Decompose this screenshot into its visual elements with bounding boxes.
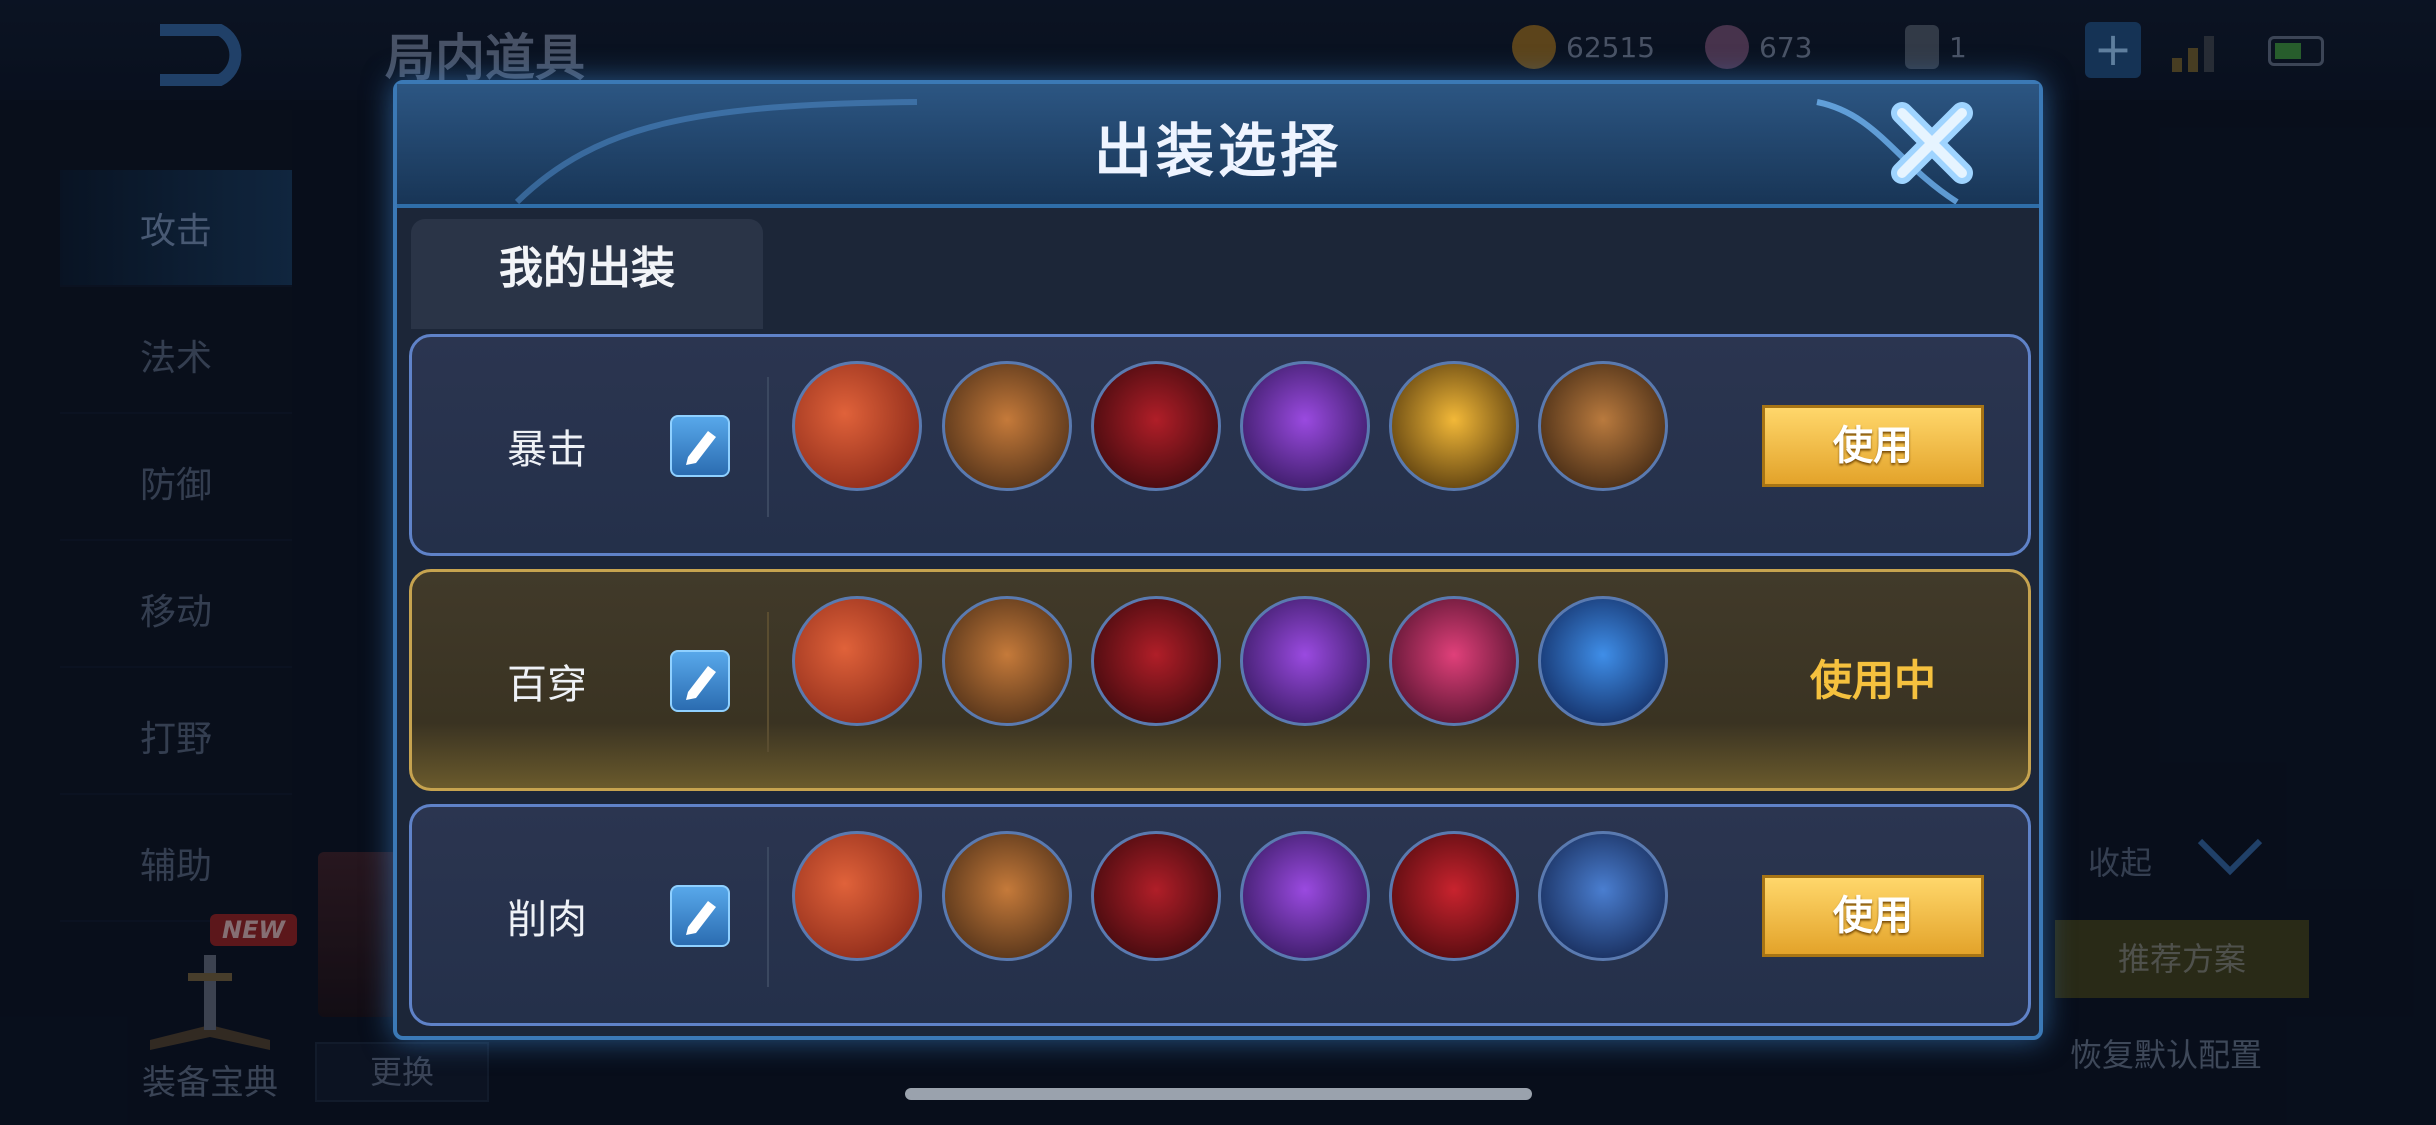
red-blade-item[interactable] bbox=[792, 831, 922, 961]
purple-axe-item[interactable] bbox=[1240, 361, 1370, 491]
purple-axe-item[interactable] bbox=[1240, 831, 1370, 961]
bronze-boots-item[interactable] bbox=[942, 361, 1072, 491]
row-divider bbox=[767, 377, 769, 517]
use-button[interactable]: 使用 bbox=[1762, 405, 1984, 487]
build-name: 削肉 bbox=[507, 897, 587, 943]
red-helmet-item[interactable] bbox=[1389, 831, 1519, 961]
bronze-claw-item[interactable] bbox=[1538, 361, 1668, 491]
edit-icon[interactable] bbox=[670, 415, 730, 477]
build-row-crit: 暴击 使用 bbox=[409, 334, 2031, 556]
golden-wing-blade-item[interactable] bbox=[1389, 361, 1519, 491]
crimson-scythe-item[interactable] bbox=[1091, 361, 1221, 491]
purple-axe-item[interactable] bbox=[1240, 596, 1370, 726]
blue-trident-item[interactable] bbox=[1538, 831, 1668, 961]
row-divider bbox=[767, 847, 769, 987]
red-blade-item[interactable] bbox=[792, 596, 922, 726]
tab-my-builds-label: 我的出装 bbox=[499, 243, 675, 294]
row-divider bbox=[767, 612, 769, 752]
use-button[interactable]: 使用 bbox=[1762, 875, 1984, 957]
dialog-title: 出装选择 bbox=[1093, 117, 1342, 185]
bronze-boots-item[interactable] bbox=[942, 596, 1072, 726]
red-blade-item[interactable] bbox=[792, 361, 922, 491]
build-name: 暴击 bbox=[507, 427, 587, 473]
edit-icon[interactable] bbox=[670, 650, 730, 712]
build-row-penetration: 百穿 使用中 bbox=[409, 569, 2031, 791]
bronze-boots-item[interactable] bbox=[942, 831, 1072, 961]
home-indicator[interactable] bbox=[905, 1088, 1532, 1100]
crimson-scythe-item[interactable] bbox=[1091, 831, 1221, 961]
build-select-dialog: 出装选择 我的出装 暴击 使用 百穿 使用中 削肉 使用 bbox=[393, 80, 2043, 1040]
in-use-status: 使用中 bbox=[1809, 656, 1936, 705]
close-icon[interactable] bbox=[1887, 98, 1977, 188]
build-row-shred: 削肉 使用 bbox=[409, 804, 2031, 1026]
magenta-blade-item[interactable] bbox=[1389, 596, 1519, 726]
edit-icon[interactable] bbox=[670, 885, 730, 947]
crimson-scythe-item[interactable] bbox=[1091, 596, 1221, 726]
blue-spear-item[interactable] bbox=[1538, 596, 1668, 726]
tab-my-builds[interactable]: 我的出装 bbox=[411, 219, 763, 329]
build-name: 百穿 bbox=[507, 662, 587, 708]
